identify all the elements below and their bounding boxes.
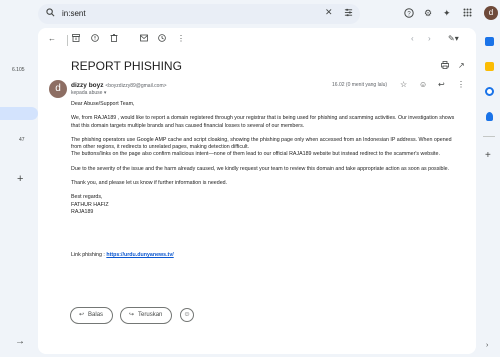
rail-divider [483, 136, 495, 137]
signature-name: FATHUR HAFIZ [71, 201, 109, 208]
clear-search-icon[interactable]: ✕ [325, 7, 333, 18]
paragraph-2-text: The phishing operators use Google AMP ca… [71, 136, 452, 151]
reply-button-label: Balas [88, 312, 104, 318]
recipient-details-icon[interactable]: ▾ [104, 90, 107, 96]
hide-panel-icon[interactable]: › [486, 342, 488, 349]
contacts-icon[interactable] [486, 112, 493, 121]
signature-org: RAJA189 [71, 208, 94, 215]
top-bar: in:sent ✕ ? ⚙ ✦ d [38, 0, 500, 28]
message-time: 16.02 (0 menit yang lalu) [332, 82, 388, 88]
print-icon[interactable] [441, 61, 449, 71]
label-count: 47 [19, 137, 25, 143]
email-subject: REPORT PHISHING [71, 59, 182, 73]
newer-message-icon[interactable]: ‹ [411, 34, 414, 43]
paragraph-1: We, from RAJA189 , would like to report … [71, 115, 455, 129]
reply-button[interactable]: ↩ Balas [70, 307, 114, 324]
phishing-link[interactable]: https://urdu.dunyanews.tv/ [106, 252, 173, 258]
sender-name[interactable]: dizzy boyz [71, 82, 104, 89]
search-icon[interactable] [46, 8, 55, 19]
sender-info: dizzy boyz <boyzdizzy89@gmail.com> [71, 82, 167, 89]
edit-pen-icon[interactable]: ✎▾ [448, 34, 459, 43]
email-panel: ← ⋮ ‹ › ✎▾ REPORT PHISHING ↗ d dizzy boy… [38, 28, 476, 354]
archive-icon[interactable] [72, 34, 80, 44]
open-new-window-icon[interactable]: ↗ [458, 61, 465, 70]
forward-button-icon: ↪ [129, 312, 135, 318]
keep-icon[interactable] [485, 62, 494, 71]
add-label-icon[interactable]: + [17, 173, 23, 185]
emoji-react-icon[interactable]: ☺ [419, 80, 427, 89]
greeting: Dear Abuse/Support Team, [71, 101, 135, 107]
report-spam-icon[interactable] [91, 34, 99, 44]
search-bar[interactable]: in:sent ✕ [38, 4, 360, 24]
paragraph-3-text: The buttons/links on the page also confi… [71, 151, 440, 158]
snooze-icon[interactable] [158, 34, 166, 44]
delete-icon[interactable] [110, 34, 118, 44]
older-message-icon[interactable]: › [428, 34, 431, 43]
reply-button-icon: ↩ [79, 312, 85, 318]
phishing-link-line: Link phishing : https://urdu.dunyanews.t… [71, 252, 463, 259]
calendar-icon[interactable] [485, 37, 494, 46]
sender-email: <boyzdizzy89@gmail.com> [105, 83, 167, 89]
tasks-icon[interactable] [485, 87, 494, 96]
paragraph-4: Due to the severity of the issue and the… [71, 165, 450, 172]
forward-button-label: Teruskan [138, 312, 163, 318]
apps-icon[interactable] [463, 8, 472, 19]
toolbar-divider [67, 35, 68, 46]
account-avatar[interactable]: d [484, 6, 498, 20]
inbox-count: 6.105 [12, 67, 25, 73]
paragraph-5: Thank you, and please let us know if fur… [71, 180, 228, 187]
gemini-icon[interactable]: ✦ [443, 8, 451, 19]
expand-arrow-icon[interactable]: → [15, 336, 25, 347]
search-options-icon[interactable] [344, 8, 353, 19]
recipient-line[interactable]: kepada abuse ▾ [71, 90, 106, 96]
emoji-reaction-button[interactable]: ☺ [180, 308, 194, 322]
sender-avatar: d [49, 80, 67, 98]
message-more-icon[interactable]: ⋮ [457, 80, 465, 89]
search-input[interactable]: in:sent [62, 9, 86, 18]
settings-icon[interactable]: ⚙ [424, 8, 432, 19]
signature-regards: Best regards, [71, 194, 103, 201]
back-arrow-icon[interactable]: ← [48, 34, 56, 43]
reply-icon[interactable]: ↩ [438, 80, 445, 89]
side-panel-rail: + › [478, 28, 500, 357]
paragraph-2: The phishing operators use Google AMP ca… [71, 137, 463, 159]
nav-item-sent[interactable] [0, 107, 38, 120]
mark-unread-icon[interactable] [140, 34, 148, 44]
more-options-icon[interactable]: ⋮ [177, 34, 185, 43]
left-nav-rail: 6.105 47 + → [0, 0, 38, 357]
star-icon[interactable]: ☆ [400, 80, 407, 89]
email-body: Dear Abuse/Support Team, We, from RAJA18… [71, 101, 463, 267]
signature: Best regards, FATHUR HAFIZ RAJA189 [71, 194, 463, 216]
recipient-text: kepada abuse [71, 90, 103, 96]
phishing-link-label: Link phishing : [71, 252, 107, 259]
forward-button[interactable]: ↪ Teruskan [120, 307, 173, 324]
help-icon[interactable]: ? [404, 8, 414, 20]
get-addons-icon[interactable]: + [485, 150, 491, 161]
